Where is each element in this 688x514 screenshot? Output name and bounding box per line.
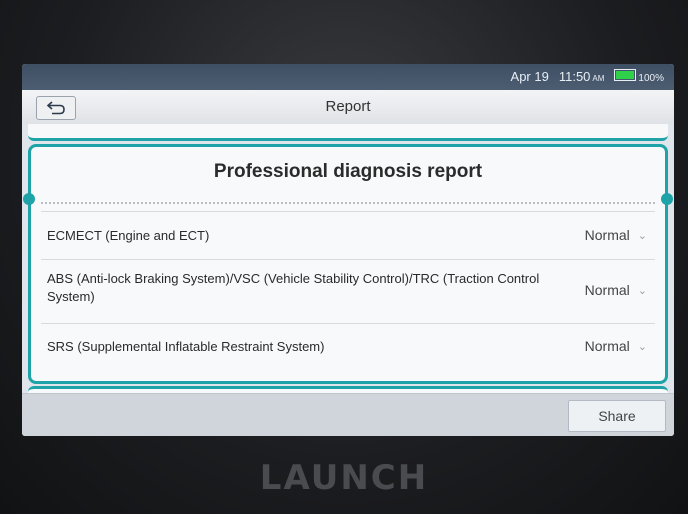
report-content[interactable]: Professional diagnosis report ECMECT (En… (22, 124, 674, 409)
system-label: ECMECT (Engine and ECT) (47, 228, 210, 243)
report-card: Professional diagnosis report ECMECT (En… (23, 144, 673, 384)
status-dropdown[interactable]: Normal ⌄ (585, 227, 647, 243)
card-notch-right (661, 193, 673, 205)
system-status: Normal (584, 282, 630, 298)
device-screen: Apr 19 11:50 AM 100% Report Professional … (22, 64, 674, 436)
footer-bar: Share (22, 393, 674, 436)
card-notch-left (23, 193, 35, 205)
battery-fill (616, 71, 635, 79)
battery-percent: 100% (638, 73, 664, 84)
report-row[interactable]: ABS (Anti-lock Braking System)/VSC (Vehi… (41, 259, 655, 324)
device-brand-logo: LAUNCH (259, 458, 429, 498)
status-time: 11:50 (558, 69, 591, 84)
system-status: Normal (584, 227, 630, 243)
battery-wrap: 100% (614, 69, 664, 84)
battery-icon (614, 69, 637, 81)
status-date: Apr 19 (510, 69, 549, 84)
system-label: SRS (Supplemental Inflatable Restraint S… (47, 339, 325, 354)
status-dropdown[interactable]: Normal ⌄ (585, 338, 647, 354)
status-ampm: AM (592, 74, 605, 83)
title-divider (41, 202, 655, 204)
report-row[interactable]: ECMECT (Engine and ECT) Normal ⌄ (41, 211, 655, 260)
status-right: Apr 19 11:50 AM 100% (511, 69, 664, 84)
status-bar: Apr 19 11:50 AM 100% (22, 64, 674, 90)
page-title: Report (325, 98, 371, 115)
system-status: Normal (584, 338, 630, 354)
report-row[interactable]: SRS (Supplemental Inflatable Restraint S… (41, 323, 655, 370)
status-time-wrap: 11:50 AM (559, 69, 605, 84)
chevron-down-icon: ⌄ (637, 284, 647, 297)
status-dropdown[interactable]: Normal ⌄ (585, 282, 647, 298)
previous-card-edge (28, 124, 668, 141)
chevron-down-icon: ⌄ (637, 340, 647, 353)
report-title: Professional diagnosis report (213, 161, 483, 182)
share-button[interactable]: Share (568, 400, 666, 432)
chevron-down-icon: ⌄ (637, 229, 647, 242)
system-label: ABS (Anti-lock Braking System)/VSC (Vehi… (47, 271, 540, 304)
title-bar: Report (22, 90, 674, 125)
